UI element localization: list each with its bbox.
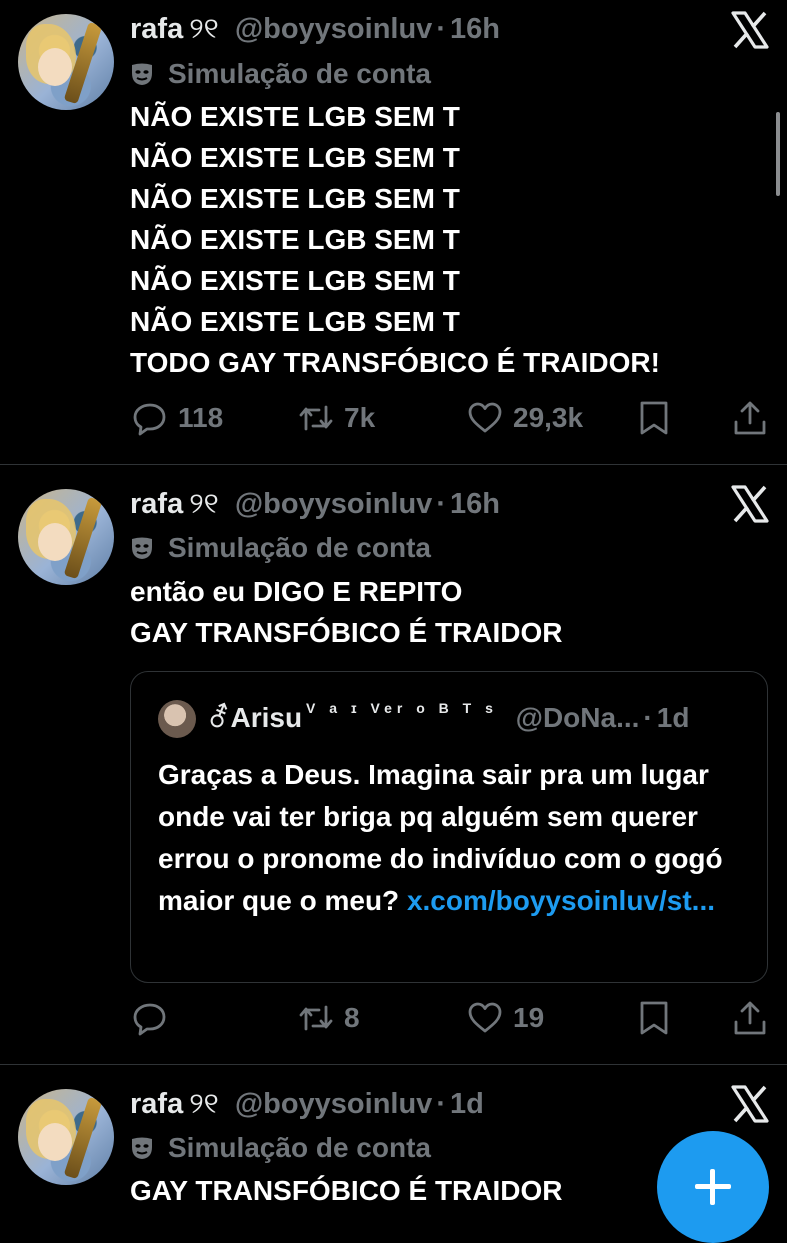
display-name[interactable]: rafa <box>130 1088 183 1120</box>
quoted-link[interactable]: x.com/boyysoinluv/st... <box>407 885 715 916</box>
heart-icon <box>468 1002 502 1033</box>
quoted-text: Graças a Deus. Imagina sair pra um lugar… <box>158 754 758 922</box>
repost-button[interactable]: 8 <box>298 1000 360 1036</box>
reply-button[interactable] <box>132 1000 178 1036</box>
avatar[interactable] <box>18 489 114 585</box>
like-button[interactable]: 29,3k <box>467 400 583 436</box>
quoted-header: ⚦Arisu V a ɪ Ver ᴏ B T s @DoNa... · 1d <box>207 700 689 734</box>
parody-mask-icon <box>132 537 152 559</box>
name-glyph: ୨୧ <box>189 1088 219 1120</box>
heart-icon <box>468 402 502 433</box>
user-handle[interactable]: @boyysoinluv <box>235 13 432 45</box>
parody-label: Simulação de conta <box>130 532 431 564</box>
share-icon <box>734 401 766 435</box>
separator: · <box>436 488 446 520</box>
name-glyph: ୨୧ <box>189 488 219 520</box>
quoted-handle: @DoNa... <box>515 702 640 733</box>
quoted-name-suffix: V a ɪ Ver ᴏ B T s <box>306 700 498 716</box>
share-button[interactable] <box>732 1000 768 1036</box>
separator: · <box>436 13 446 45</box>
reply-button[interactable]: 118 <box>132 400 223 436</box>
avatar[interactable] <box>18 14 114 110</box>
repost-icon <box>299 1005 333 1031</box>
reply-icon <box>133 1003 166 1036</box>
name-glyph: ୨୧ <box>189 13 219 45</box>
tweet-header: rafa ୨୧ @boyysoinluv · 1d <box>130 1088 484 1121</box>
tweet-header: rafa ୨୧ @boyysoinluv · 16h <box>130 488 500 521</box>
tweet-actions: 8 19 <box>0 1000 787 1040</box>
quoted-tweet[interactable]: ⚦Arisu V a ɪ Ver ᴏ B T s @DoNa... · 1d Graç… <box>130 671 768 983</box>
bookmark-icon <box>640 401 668 435</box>
share-icon <box>734 1001 766 1035</box>
user-handle[interactable]: @boyysoinluv <box>235 488 432 520</box>
like-count: 19 <box>513 1002 545 1033</box>
repost-button[interactable]: 7k <box>298 400 375 436</box>
parody-label-text: Simulação de conta <box>168 532 431 563</box>
quoted-display-name: Arisu <box>230 702 303 733</box>
quoted-avatar[interactable] <box>158 700 196 738</box>
tweet-header: rafa ୨୧ @boyysoinluv · 16h <box>130 13 500 46</box>
quoted-name-prefix: ⚦ <box>207 702 231 733</box>
parody-mask-icon <box>132 63 152 85</box>
parody-label-text: Simulação de conta <box>168 1132 431 1163</box>
separator: · <box>436 1088 446 1120</box>
quoted-timestamp: 1d <box>656 702 690 733</box>
timestamp[interactable]: 1d <box>450 1088 484 1120</box>
tweet-text: GAY TRANSFÓBICO É TRAIDOR <box>130 1175 563 1206</box>
tweet-actions: 118 7k 29,3k <box>0 400 787 440</box>
tweet-divider <box>0 1064 787 1065</box>
timestamp[interactable]: 16h <box>450 488 500 520</box>
user-handle[interactable]: @boyysoinluv <box>235 1088 432 1120</box>
scrollbar[interactable] <box>776 112 780 196</box>
compose-button[interactable] <box>657 1131 769 1243</box>
reply-icon <box>133 403 166 436</box>
bookmark-button[interactable] <box>636 1000 672 1036</box>
like-count: 29,3k <box>513 402 584 433</box>
x-logo-icon <box>731 1085 769 1123</box>
parody-label: Simulação de conta <box>130 58 431 90</box>
parody-mask-icon <box>132 1137 152 1159</box>
repost-icon <box>299 405 333 431</box>
repost-count: 8 <box>344 1002 360 1033</box>
avatar[interactable] <box>18 1089 114 1185</box>
tweet-text: então eu DIGO E REPITO GAY TRANSFÓBICO É… <box>130 576 563 648</box>
display-name[interactable]: rafa <box>130 13 183 45</box>
repost-count: 7k <box>344 402 376 433</box>
x-logo-icon <box>731 485 769 523</box>
separator: · <box>643 702 653 733</box>
tweet-text: NÃO EXISTE LGB SEM T NÃO EXISTE LGB SEM … <box>130 101 660 378</box>
tweet-divider <box>0 464 787 465</box>
display-name[interactable]: rafa <box>130 488 183 520</box>
bookmark-icon <box>640 1001 668 1035</box>
parody-label: Simulação de conta <box>130 1132 431 1164</box>
timestamp[interactable]: 16h <box>450 13 500 45</box>
reply-count: 118 <box>178 402 224 433</box>
bookmark-button[interactable] <box>636 400 672 436</box>
share-button[interactable] <box>732 400 768 436</box>
like-button[interactable]: 19 <box>467 1000 544 1036</box>
x-logo-icon <box>731 11 769 49</box>
parody-label-text: Simulação de conta <box>168 58 431 89</box>
